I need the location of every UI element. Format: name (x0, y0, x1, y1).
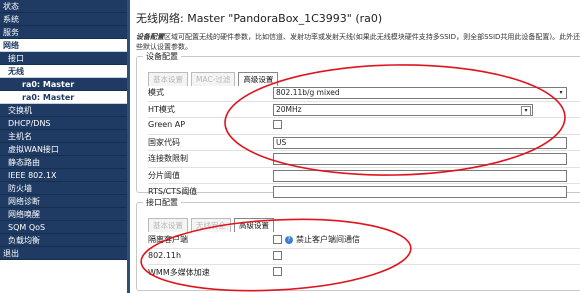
sidebar-item[interactable]: 网络唤醒 (0, 208, 127, 221)
interface-config-legend: 接口配置 (146, 198, 178, 207)
sidebar-item[interactable]: 虚拟WAN接口 (0, 143, 127, 156)
device-config-row: 国家代码 US (148, 133, 580, 151)
field-label: Green AP (148, 120, 186, 129)
sidebar-item[interactable]: DHCP/DNS (0, 117, 127, 130)
field-control (273, 250, 282, 261)
option-checkbox[interactable] (273, 250, 282, 260)
device-config-row: HT模式 20MHz ▾ (148, 100, 580, 118)
main-content: 无线网络: Master "PandoraBox_1C3993" (ra0) 设… (127, 0, 580, 293)
sidebar-item[interactable]: 无线 (0, 65, 127, 78)
field-label: 国家代码 (148, 137, 180, 147)
interface-config-row: 隔离客户端? 禁止客户端间通信 (148, 232, 580, 248)
field-control: US (273, 136, 567, 149)
select-value: 20MHz (276, 104, 302, 114)
interface-config-tabs: 基本设置 无线安全 高级设置 (148, 218, 274, 232)
tab-advanced-settings[interactable]: 高级设置 (238, 72, 279, 86)
mode-select[interactable]: 802.11b/g mixed ▾ (273, 87, 567, 99)
tab-basic-settings[interactable]: 基本设置 (148, 218, 188, 232)
sidebar-item[interactable]: ra0: Master (0, 91, 127, 104)
sidebar-item[interactable]: 交换机 (0, 104, 127, 117)
device-config-tabs: 基本设置 MAC-过滤 高级设置 (148, 72, 279, 86)
text-input[interactable] (273, 169, 567, 182)
sidebar-item[interactable]: 防火墙 (0, 182, 127, 195)
sidebar-item[interactable]: 网络诊断 (0, 195, 127, 208)
device-config-row: Green AP (148, 117, 580, 134)
sidebar-item[interactable]: 退出 (0, 247, 127, 260)
tab-wireless-security[interactable]: 无线安全 (191, 218, 231, 232)
sidebar-item[interactable]: 系统 (0, 13, 127, 26)
description-bold: 设备配置 (136, 33, 164, 41)
field-note: 禁止客户端间通信 (296, 235, 360, 244)
sidebar-item[interactable]: 状态 (0, 0, 127, 13)
field-control (273, 120, 282, 130)
field-control (273, 267, 282, 277)
page-title: 无线网络: Master "PandoraBox_1C3993" (ra0) (136, 12, 383, 25)
interface-config-row: 802.11h (148, 247, 580, 265)
field-label: HT模式 (148, 104, 175, 114)
field-control: 20MHz ▾ (273, 103, 533, 116)
chevron-down-icon: ▾ (521, 105, 531, 116)
sidebar-item[interactable]: 静态路由 (0, 156, 127, 169)
field-control: ? 禁止客户端间通信 (273, 234, 360, 245)
device-config-row: 模式 802.11b/g mixed ▾ (148, 85, 580, 101)
ht-mode-select[interactable]: 20MHz ▾ (273, 103, 533, 116)
device-config-rows: 模式 802.11b/g mixed ▾ HT模式 20MHz ▾ Green AP 国家代码… (148, 85, 580, 200)
field-label: 802.11h (148, 250, 182, 260)
sidebar-item[interactable]: 负载均衡 (0, 234, 127, 247)
sidebar-item[interactable]: SQM QoS (0, 221, 127, 234)
tab-basic-settings[interactable]: 基本设置 (148, 72, 188, 86)
tab-mac-filter[interactable]: MAC-过滤 (191, 72, 236, 86)
field-label: 模式 (148, 88, 164, 97)
page-description: 设备配置区域可配置无线的硬件参数，比如信道、发射功率或发射天线(如果此无线模块硬… (136, 32, 580, 52)
field-control: 802.11b/g mixed ▾ (273, 87, 567, 99)
sidebar-item[interactable]: 网络 (0, 39, 127, 52)
field-label: 分片阈值 (148, 170, 180, 180)
tab-advanced-settings[interactable]: 高级设置 (234, 218, 274, 232)
description-text: 区域可配置无线的硬件参数，比如信道、发射功率或发射天线(如果此无线模块硬件支持多… (136, 33, 580, 51)
sidebar-nav: 状态 系统 服务 网络 接口 无线 ra0: Master ra0: Master 交换机 DHC… (0, 0, 127, 293)
field-label: 连接数限制 (148, 154, 188, 163)
green-ap-checkbox[interactable] (273, 120, 282, 129)
device-config-row: 连接数限制 (148, 150, 580, 167)
device-config-legend: 设备配置 (146, 52, 178, 61)
text-input[interactable] (273, 153, 567, 165)
field-label: 隔离客户端 (148, 235, 188, 244)
text-input[interactable]: US (273, 136, 567, 149)
sidebar-item[interactable]: 接口 (0, 52, 127, 65)
option-checkbox[interactable] (273, 235, 282, 244)
field-control (273, 169, 567, 182)
chevron-down-icon: ▾ (559, 89, 563, 96)
field-label: RTS/CTS阈值 (148, 187, 198, 196)
sidebar-item[interactable]: 主机名 (0, 130, 127, 143)
interface-config-rows: 隔离客户端? 禁止客户端间通信 802.11h WMM多媒体加速 (148, 232, 580, 281)
select-value: 802.11b/g mixed (276, 88, 340, 97)
sidebar-item[interactable]: IEEE 802.1X (0, 169, 127, 182)
field-label: WMM多媒体加速 (148, 268, 210, 277)
sidebar-item[interactable]: ra0: Master (0, 78, 127, 91)
device-config-row: 分片阈值 (148, 166, 580, 184)
interface-config-row: WMM多媒体加速 (148, 264, 580, 281)
sidebar-item[interactable]: 服务 (0, 26, 127, 39)
field-control (273, 153, 567, 165)
help-icon: ? (285, 235, 293, 244)
option-checkbox[interactable] (273, 267, 282, 276)
